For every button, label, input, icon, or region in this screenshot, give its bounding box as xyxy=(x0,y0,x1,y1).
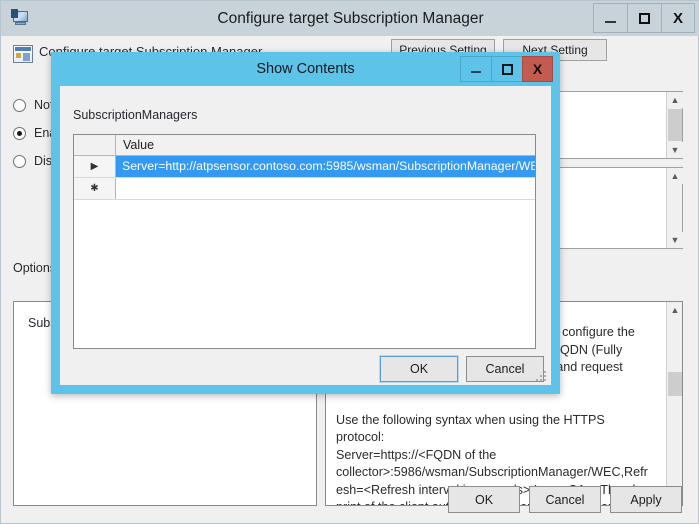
radio-disabled-icon xyxy=(13,154,26,168)
close-button[interactable]: X xyxy=(661,3,695,33)
dialog-button-bar: OK Cancel xyxy=(60,355,551,396)
grid-cell-value[interactable] xyxy=(116,178,535,199)
grid-corner-cell xyxy=(74,135,116,155)
ok-button[interactable]: OK xyxy=(448,486,520,513)
table-row[interactable]: ▶ Server=http://atpsensor.contoso.com:59… xyxy=(74,156,535,178)
scroll-down-icon[interactable]: ▼ xyxy=(667,232,683,248)
scroll-down-icon[interactable]: ▼ xyxy=(667,142,683,158)
maximize-icon xyxy=(501,63,513,75)
radio-enabled-icon xyxy=(13,126,26,140)
scroll-up-icon[interactable]: ▲ xyxy=(667,92,683,108)
row-marker-current-icon: ▶ xyxy=(74,156,116,177)
dialog-titlebar[interactable]: Show Contents X xyxy=(51,52,560,86)
dialog-content: SubscriptionManagers Value ▶ Server=http… xyxy=(60,86,551,385)
resize-grip-icon[interactable] xyxy=(536,371,547,382)
scroll-thumb[interactable] xyxy=(668,372,682,396)
footer-button-bar: OK Cancel Apply xyxy=(1,479,699,523)
main-window-controls: X xyxy=(593,3,695,33)
dialog-close-button[interactable]: X xyxy=(522,56,553,82)
minimize-icon xyxy=(471,71,481,73)
row-marker-new-icon: ✱ xyxy=(74,178,116,199)
computer-monitor-icon xyxy=(11,8,31,28)
scroll-thumb[interactable] xyxy=(668,109,682,141)
grid-column-header-value[interactable]: Value xyxy=(116,135,535,155)
radio-not-configured-icon xyxy=(13,98,26,112)
dialog-window-controls: X xyxy=(460,56,553,82)
dialog-cancel-button[interactable]: Cancel xyxy=(466,356,544,382)
supported-on-scrollbar[interactable]: ▲ ▼ xyxy=(666,92,683,158)
cancel-button[interactable]: Cancel xyxy=(529,486,601,513)
grid-header-row: Value xyxy=(74,135,535,156)
main-titlebar[interactable]: Configure target Subscription Manager X xyxy=(1,1,699,36)
dialog-list-label: SubscriptionManagers xyxy=(73,108,198,122)
grid-cell-value[interactable]: Server=http://atpsensor.contoso.com:5985… xyxy=(116,156,535,177)
minimize-icon xyxy=(605,20,616,23)
apply-button[interactable]: Apply xyxy=(610,486,682,513)
maximize-icon xyxy=(639,12,650,24)
screen-root: Configure target Subscription Manager X xyxy=(0,0,699,524)
table-row[interactable]: ✱ xyxy=(74,178,535,200)
maximize-button[interactable] xyxy=(627,3,661,33)
dialog-ok-button[interactable]: OK xyxy=(379,355,459,383)
comment-scrollbar[interactable]: ▲ ▼ xyxy=(666,168,683,248)
dialog-maximize-button[interactable] xyxy=(491,56,522,82)
dialog-minimize-button[interactable] xyxy=(460,56,491,82)
minimize-button[interactable] xyxy=(593,3,627,33)
scroll-up-icon[interactable]: ▲ xyxy=(667,168,683,184)
show-contents-dialog: Show Contents X SubscriptionManagers Val… xyxy=(51,52,560,394)
help-scrollbar[interactable]: ▲ ▼ xyxy=(666,302,682,505)
scroll-up-icon[interactable]: ▲ xyxy=(667,302,682,318)
values-grid[interactable]: Value ▶ Server=http://atpsensor.contoso.… xyxy=(73,134,536,349)
policy-setting-icon xyxy=(13,45,33,63)
